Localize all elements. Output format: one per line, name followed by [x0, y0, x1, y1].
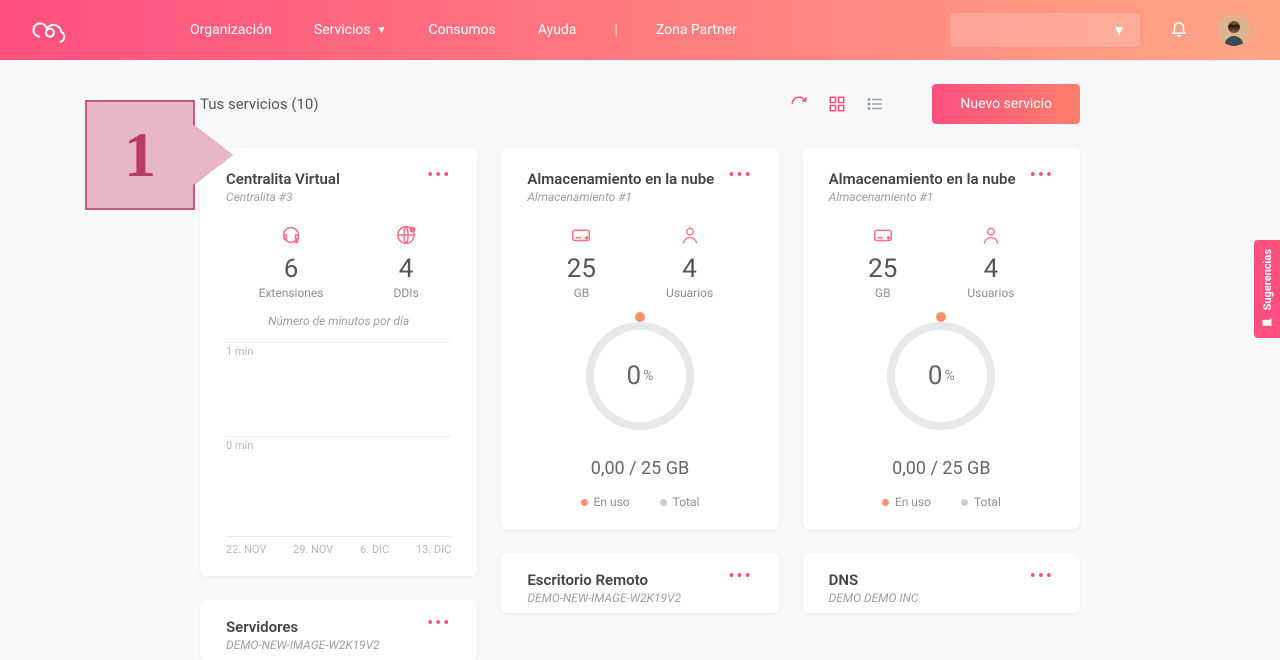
usage-text: 0,00 / 25 GB: [591, 458, 689, 479]
list-view-icon[interactable]: [864, 93, 886, 115]
nav-separator: |: [614, 22, 617, 38]
services-grid: Centralita Virtual Centralita #3 ••• 6 E…: [200, 148, 1080, 660]
x-tick: 29. NOV: [293, 543, 333, 556]
card-dns[interactable]: DNS DEMO DEMO INC •••: [803, 553, 1080, 613]
users-label: Usuarios: [967, 286, 1014, 300]
card-title: Almacenamiento en la nube: [527, 170, 714, 188]
card-centralita-virtual[interactable]: Centralita Virtual Centralita #3 ••• 6 E…: [200, 148, 477, 576]
nav-services[interactable]: Servicios ▼: [314, 22, 387, 38]
main-nav: Organización Servicios ▼ Consumos Ayuda …: [190, 22, 737, 38]
nav-services-label: Servicios: [314, 22, 371, 38]
topbar: Organización Servicios ▼ Consumos Ayuda …: [0, 0, 1280, 60]
card-title: Escritorio Remoto: [527, 571, 681, 589]
disk-icon: [868, 222, 897, 248]
chart-caption: Número de minutos por día: [226, 314, 451, 328]
legend-use-label: En uso: [895, 495, 931, 509]
header-actions: Nuevo servicio: [788, 84, 1080, 124]
percent-symbol: %: [643, 368, 653, 384]
x-tick: 13. DIC: [416, 543, 451, 556]
card-title: Almacenamiento en la nube: [829, 170, 1016, 188]
content-header: Tus servicios (10) Nuevo servicio: [200, 84, 1080, 124]
gb-label: GB: [868, 286, 897, 300]
card-subtitle: Almacenamiento #1: [527, 190, 714, 204]
gb-value: 25: [868, 254, 897, 284]
legend-dot-use: [882, 499, 889, 506]
card-more-icon[interactable]: •••: [427, 618, 451, 630]
x-tick: 6. DIC: [360, 543, 389, 556]
suggestions-label: Sugerencias: [1261, 249, 1274, 310]
chat-icon: [1261, 317, 1273, 329]
user-icon: [666, 222, 713, 248]
annotation-number: 1: [85, 100, 195, 210]
headset-icon: [259, 222, 324, 248]
nav-organization[interactable]: Organización: [190, 22, 272, 38]
gauge-legend: En uso Total: [882, 495, 1001, 509]
chart-y-0min: 0 min: [226, 436, 451, 452]
card-escritorio-remoto[interactable]: Escritorio Remoto DEMO-NEW-IMAGE-W2K19V2…: [501, 553, 778, 613]
card-servidores[interactable]: Servidores DEMO-NEW-IMAGE-W2K19V2 •••: [200, 600, 477, 660]
card-storage-2[interactable]: Almacenamiento en la nube Almacenamiento…: [803, 148, 1080, 529]
user-icon: [967, 222, 1014, 248]
card-subtitle: DEMO DEMO INC: [829, 591, 919, 605]
x-tick: 22. NOV: [226, 543, 266, 556]
ddis-value: 4: [393, 254, 418, 284]
topbar-right: ▼: [950, 13, 1250, 47]
gauge-legend: En uso Total: [581, 495, 700, 509]
legend-dot-total: [961, 499, 968, 506]
notifications-icon[interactable]: [1170, 19, 1188, 41]
users-value: 4: [967, 254, 1014, 284]
suggestions-tab[interactable]: Sugerencias: [1254, 240, 1280, 338]
card-subtitle: DEMO-NEW-IMAGE-W2K19V2: [527, 591, 681, 605]
usage-gauge: 0%: [881, 316, 1001, 436]
chevron-down-icon: ▼: [1112, 22, 1126, 39]
percent-symbol: %: [944, 368, 954, 384]
account-select[interactable]: ▼: [950, 13, 1140, 47]
ddis-label: DDIs: [393, 286, 418, 300]
users-label: Usuarios: [666, 286, 713, 300]
usage-text: 0,00 / 25 GB: [892, 458, 990, 479]
chevron-down-icon: ▼: [377, 25, 387, 36]
chart-x-axis: 22. NOV 29. NOV 6. DIC 13. DIC: [226, 536, 451, 556]
grid-view-icon[interactable]: [826, 93, 848, 115]
legend-total-label: Total: [974, 495, 1001, 509]
card-subtitle: Centralita #3: [226, 190, 340, 204]
card-more-icon[interactable]: •••: [427, 170, 451, 182]
card-more-icon[interactable]: •••: [1030, 170, 1054, 182]
extensions-label: Extensiones: [259, 286, 324, 300]
card-subtitle: DEMO-NEW-IMAGE-W2K19V2: [226, 638, 380, 652]
chart-y-1min: 1 min: [226, 342, 451, 358]
legend-total-label: Total: [673, 495, 700, 509]
nav-partner-zone[interactable]: Zona Partner: [656, 22, 737, 38]
usage-gauge: 0%: [580, 316, 700, 436]
gauge-percent: 0: [928, 361, 943, 391]
legend-use-label: En uso: [594, 495, 630, 509]
legend-dot-use: [581, 499, 588, 506]
gb-label: GB: [567, 286, 596, 300]
logo[interactable]: [30, 15, 70, 45]
gb-value: 25: [567, 254, 596, 284]
legend-dot-total: [660, 499, 667, 506]
card-title: Servidores: [226, 618, 380, 636]
refresh-icon[interactable]: [788, 93, 810, 115]
card-storage-1[interactable]: Almacenamiento en la nube Almacenamiento…: [501, 148, 778, 529]
users-value: 4: [666, 254, 713, 284]
globe-icon: [393, 222, 418, 248]
annotation-step-1: 1: [85, 100, 235, 210]
nav-help[interactable]: Ayuda: [538, 22, 577, 38]
card-subtitle: Almacenamiento #1: [829, 190, 1016, 204]
card-more-icon[interactable]: •••: [728, 170, 752, 182]
avatar[interactable]: [1218, 14, 1250, 46]
extensions-value: 6: [259, 254, 324, 284]
card-title: DNS: [829, 571, 919, 589]
annotation-arrow-icon: [193, 125, 233, 185]
new-service-button[interactable]: Nuevo servicio: [932, 84, 1080, 124]
gauge-percent: 0: [627, 361, 642, 391]
disk-icon: [567, 222, 596, 248]
nav-consumption[interactable]: Consumos: [429, 22, 496, 38]
card-title: Centralita Virtual: [226, 170, 340, 188]
